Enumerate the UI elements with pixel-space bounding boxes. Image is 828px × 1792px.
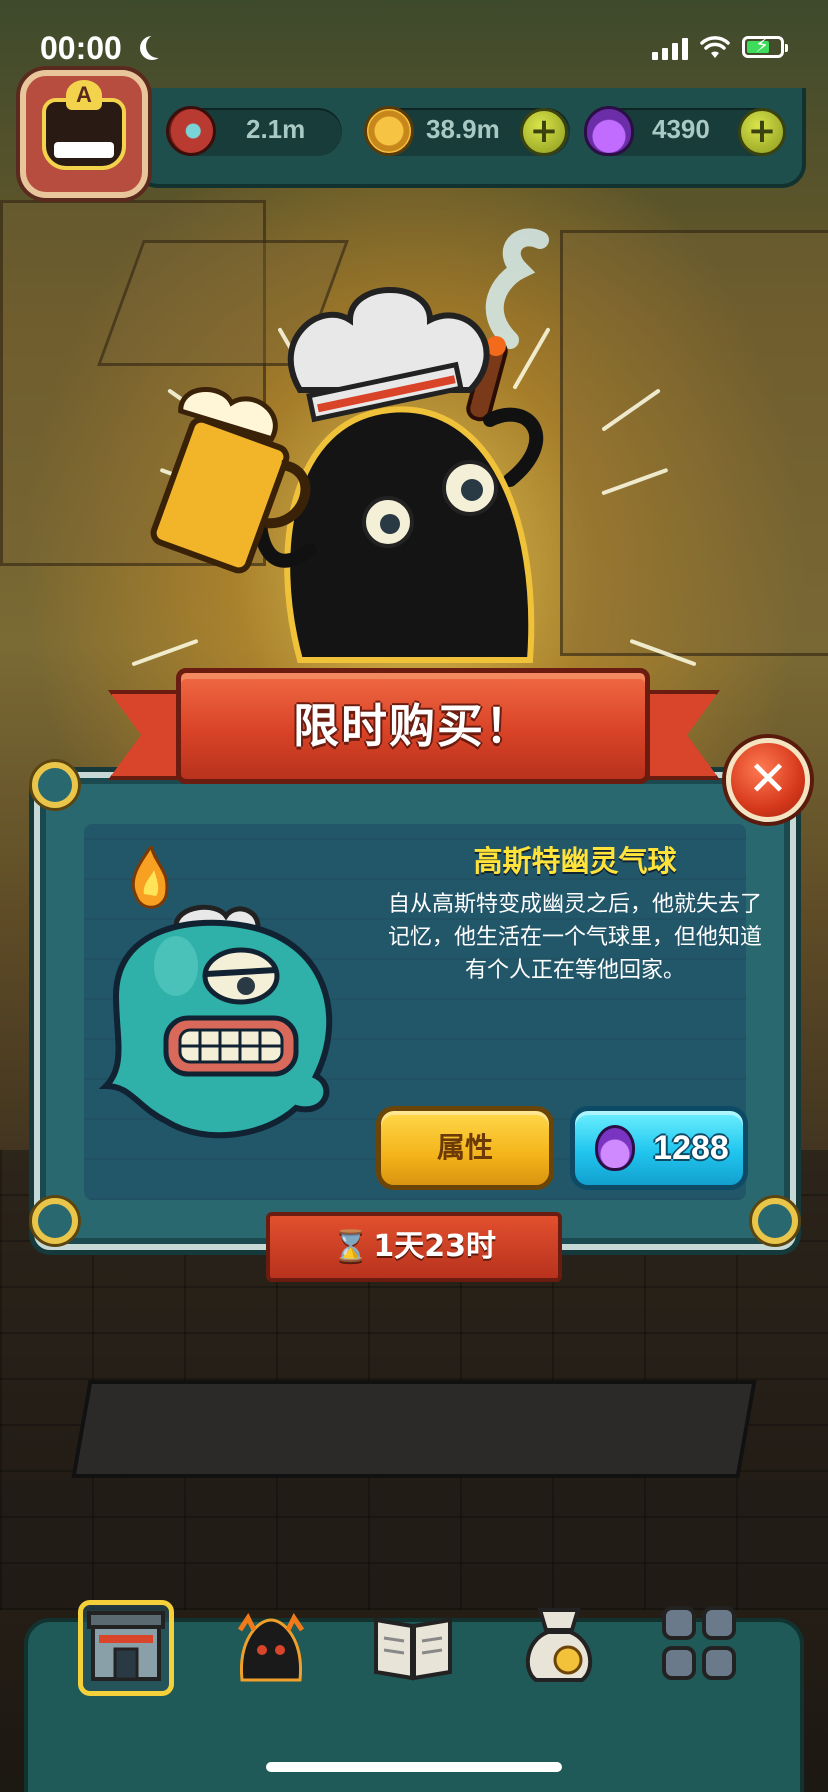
eyeball-icon	[166, 106, 216, 156]
limited-offer-banner: 限时购买！	[176, 668, 650, 784]
coins-value: 38.9m	[426, 114, 500, 144]
coin-icon	[364, 106, 414, 156]
nav-treasure-button[interactable]	[516, 1600, 612, 1696]
charging-bolt-icon: ⚡	[755, 33, 770, 57]
close-button[interactable]: ✕	[726, 738, 810, 822]
chef-monster-character	[150, 228, 549, 663]
kitchen-counter	[71, 1380, 757, 1478]
close-icon: ✕	[747, 751, 789, 807]
eyes-value: 2.1m	[246, 114, 306, 144]
potion-icon	[584, 106, 634, 156]
money-bag-icon	[526, 1608, 592, 1682]
panel-corner-ornament	[32, 762, 78, 808]
nav-recipe-book-button[interactable]	[370, 1600, 466, 1696]
home-indicator[interactable]	[266, 1762, 562, 1772]
monster-grid-icon	[662, 1606, 736, 1680]
price-value: 1288	[653, 1129, 729, 1167]
hourglass-icon: ⌛	[332, 1229, 370, 1264]
nav-collection-button[interactable]	[656, 1600, 752, 1696]
wifi-icon	[700, 36, 730, 58]
item-name: 高斯特幽灵气球	[473, 844, 677, 878]
panel-corner-ornament	[752, 1198, 798, 1244]
monster-icon	[237, 1613, 305, 1682]
moon-icon	[146, 34, 170, 58]
attributes-button[interactable]: 属性	[376, 1106, 554, 1190]
clock: 00:00	[40, 30, 122, 66]
nav-shop-button[interactable]	[78, 1600, 174, 1696]
cellular-signal-icon	[652, 38, 688, 60]
potion-icon	[595, 1125, 635, 1171]
nav-monsters-button[interactable]	[228, 1600, 324, 1696]
buy-button[interactable]: 1288	[570, 1106, 748, 1190]
book-icon	[374, 1617, 452, 1681]
offer-timer: ⌛ 1天23时	[266, 1212, 562, 1282]
add-potions-button[interactable]: +	[738, 108, 786, 156]
ghost-balloon-item-image	[98, 846, 333, 1139]
add-coins-button[interactable]: +	[520, 108, 568, 156]
battery-charging-icon: ⚡	[742, 33, 788, 58]
game-screen: 00:00 ⚡ A 2.1m 38.9m + 4390 + 限时购买！ ✕ 高斯…	[0, 0, 828, 1792]
player-avatar[interactable]: A	[20, 70, 148, 198]
item-description: 自从高斯特变成幽灵之后，他就失去了记忆，他生活在一个气球里，但他知道有个人正在等…	[387, 892, 762, 983]
shop-building-icon	[87, 1611, 165, 1681]
avatar-rank-badge: A	[66, 80, 102, 110]
banner-title: 限时购买！	[293, 699, 533, 753]
timer-text: 1天23时	[373, 1229, 496, 1264]
potions-value: 4390	[652, 114, 710, 144]
panel-corner-ornament	[32, 1198, 78, 1244]
